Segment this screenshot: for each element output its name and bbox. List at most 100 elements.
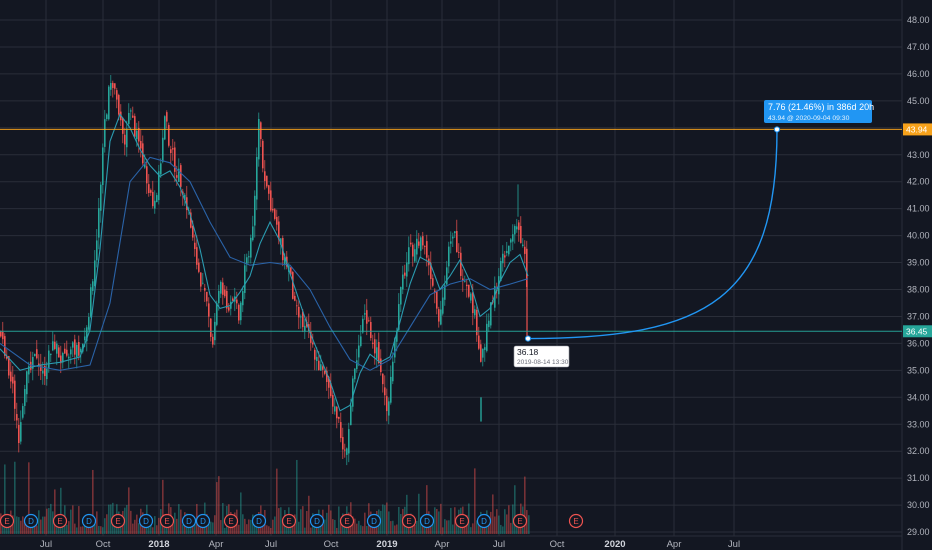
x-tick-label: Jul xyxy=(493,539,505,550)
candle-body xyxy=(100,184,102,211)
candle-body xyxy=(16,414,18,421)
candle-body xyxy=(508,245,510,255)
candle-body xyxy=(510,239,512,243)
candle-body xyxy=(40,364,42,371)
y-tick-label: 33.00 xyxy=(907,419,930,429)
candle-body xyxy=(466,284,468,287)
candle-body xyxy=(358,345,360,358)
candle-body xyxy=(66,349,68,356)
volume-bar xyxy=(452,524,454,534)
candle-body xyxy=(112,82,114,88)
volume-bar xyxy=(416,520,418,534)
candle-body xyxy=(198,262,200,272)
volume-bar xyxy=(386,502,388,534)
volume-bar xyxy=(302,506,304,534)
volume-bar xyxy=(362,526,364,534)
volume-bar xyxy=(156,525,158,534)
candle-body xyxy=(204,287,206,291)
volume-bar xyxy=(78,506,80,534)
volume-bar xyxy=(298,521,300,534)
candle-body xyxy=(504,255,506,258)
volume-bar xyxy=(502,526,504,534)
candle-body xyxy=(464,281,466,282)
candle-body xyxy=(96,240,98,261)
volume-bar xyxy=(158,517,160,534)
event-marker-letter: D xyxy=(143,517,149,526)
candle-body xyxy=(488,320,490,328)
event-marker-dividend: D xyxy=(419,513,435,529)
volume-bar xyxy=(492,494,494,534)
price-chart[interactable]: 29.00 30.00 31.00 32.00 33.00 34.00 35.00 36.00… xyxy=(0,0,932,550)
candle-body xyxy=(108,86,110,120)
candle-body xyxy=(36,349,38,359)
volume-bar xyxy=(96,511,98,534)
volume-bar xyxy=(440,503,442,534)
candle-body xyxy=(392,361,394,382)
candle-body xyxy=(236,299,238,304)
candle-body xyxy=(222,282,224,295)
candle-body xyxy=(220,281,222,294)
event-marker-letter: D xyxy=(314,517,320,526)
candle-body xyxy=(136,130,138,140)
volume-bar xyxy=(384,505,386,534)
candle-body xyxy=(506,250,508,254)
x-tick-label: 2020 xyxy=(604,539,625,550)
volume-bar xyxy=(182,524,184,534)
event-marker-earnings: E xyxy=(110,513,126,529)
event-marker-earnings: E xyxy=(512,513,528,529)
candle-body xyxy=(148,184,150,194)
candle-body xyxy=(216,302,218,325)
candle-body xyxy=(426,241,428,258)
x-tick-label: 2019 xyxy=(376,539,397,550)
candle-body xyxy=(384,387,386,396)
y-tick-label: 37.00 xyxy=(907,311,930,321)
volume-bar xyxy=(134,519,136,534)
x-tick-label: Jul xyxy=(728,539,740,550)
volume-bar xyxy=(448,520,450,534)
x-tick-label: Jul xyxy=(40,539,52,550)
candle-body xyxy=(410,242,412,245)
candle-body xyxy=(320,364,322,371)
event-marker-earnings: E xyxy=(568,513,584,529)
volume-bar xyxy=(300,509,302,534)
x-tick-label: Oct xyxy=(96,539,111,550)
volume-bar xyxy=(394,525,396,534)
candle-body xyxy=(122,117,124,134)
event-marker-letter: E xyxy=(164,517,169,526)
candle-body xyxy=(350,405,352,426)
event-marker-earnings: E xyxy=(159,513,175,529)
y-tick-label: 31.00 xyxy=(907,473,930,483)
candle-body xyxy=(132,115,134,118)
volume-bar xyxy=(244,518,246,534)
volume-bar xyxy=(336,527,338,534)
projection-callout-headline: 7.76 (21.46%) in 386d 20h xyxy=(768,102,874,112)
candle-body xyxy=(366,310,368,324)
y-tick-label: 35.00 xyxy=(907,365,930,375)
candle-body xyxy=(486,323,488,351)
volume-bar xyxy=(36,525,38,534)
candle-body xyxy=(436,290,438,309)
volume-bar xyxy=(400,514,402,534)
candle-body xyxy=(180,165,182,187)
x-tick-label: Apr xyxy=(209,539,224,550)
candle-body xyxy=(162,137,164,162)
volume-bar xyxy=(106,514,108,534)
candle-body xyxy=(84,336,86,341)
volume-bar xyxy=(354,518,356,534)
x-tick-label: 2018 xyxy=(148,539,169,550)
candle-body xyxy=(24,389,26,406)
volume-bar xyxy=(18,517,20,534)
candle-body xyxy=(378,342,380,364)
candle-body xyxy=(250,237,252,258)
event-marker-letter: E xyxy=(286,517,291,526)
candle-body xyxy=(140,141,142,149)
volume-bar xyxy=(414,524,416,534)
candle-body xyxy=(424,246,426,247)
candle-body xyxy=(400,287,402,305)
y-tick-label: 47.00 xyxy=(907,42,930,52)
volume-bar xyxy=(72,505,74,534)
candle-body xyxy=(104,119,106,147)
volume-bar xyxy=(310,527,312,534)
volume-bar xyxy=(224,527,226,534)
event-marker-earnings: E xyxy=(223,513,239,529)
